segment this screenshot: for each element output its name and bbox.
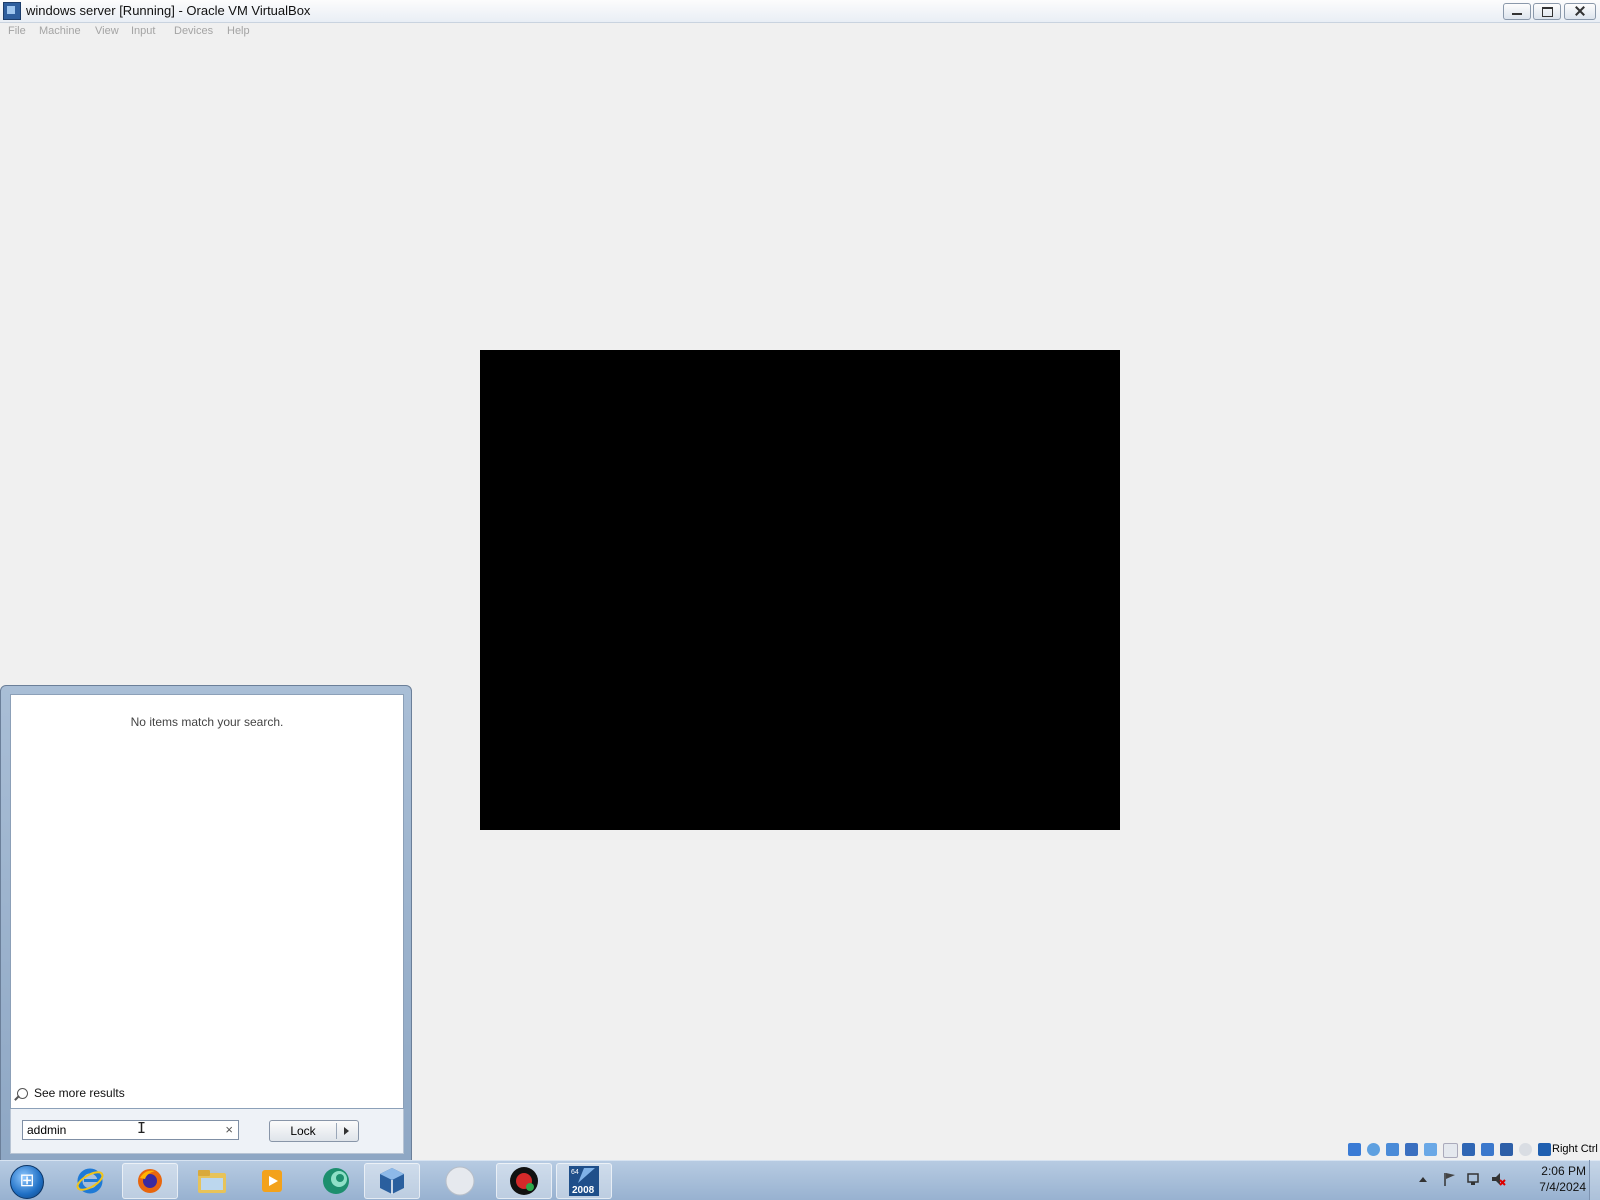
see-more-results-link[interactable]: See more results [17, 1086, 125, 1100]
recording-icon[interactable] [1481, 1143, 1494, 1156]
menu-view[interactable]: View [95, 25, 119, 37]
keyboard-capture-icon[interactable] [1538, 1143, 1551, 1156]
taskbar-clock[interactable]: 2:06 PM 7/4/2024 [1506, 1164, 1586, 1196]
network-icon[interactable] [1405, 1143, 1418, 1156]
search-results-pane: No items match your search. See more res… [10, 694, 404, 1109]
show-desktop-button[interactable] [1589, 1160, 1600, 1200]
start-search-box[interactable]: × [22, 1120, 239, 1140]
close-button[interactable] [1564, 3, 1596, 20]
virtualbox-icon [3, 2, 21, 20]
menu-bar: File Machine View Input Devices Help [0, 23, 1600, 41]
vt-x-icon[interactable] [1500, 1143, 1513, 1156]
window-title: windows server [Running] - Oracle VM Vir… [26, 3, 311, 18]
vm-status-bar: Right Ctrl [1340, 1141, 1600, 1159]
taskbar-internet-explorer[interactable] [62, 1163, 118, 1199]
taskbar: 64 2008 [0, 1160, 1600, 1200]
start-search-input[interactable] [23, 1121, 217, 1139]
usb-icon[interactable] [1424, 1143, 1437, 1156]
taskbar-file-explorer[interactable] [184, 1163, 240, 1199]
firefox-icon [138, 1169, 162, 1193]
clock-date: 7/4/2024 [1539, 1180, 1586, 1194]
start-menu-bottom-bar: × I Lock [10, 1109, 404, 1154]
window-title-bar: windows server [Running] - Oracle VM Vir… [0, 0, 1600, 23]
optical-drive-icon[interactable] [1367, 1143, 1380, 1156]
recorder-icon [510, 1167, 538, 1195]
audio-icon[interactable] [1386, 1143, 1399, 1156]
action-center-flag-icon[interactable] [1442, 1171, 1458, 1187]
volume-muted-icon[interactable] [1490, 1171, 1506, 1187]
taskbar-windows-server-2008[interactable]: 64 2008 [556, 1163, 612, 1199]
minimize-button[interactable] [1503, 3, 1531, 20]
windows-logo-icon [10, 1165, 44, 1199]
vm-display[interactable] [480, 350, 1120, 830]
no-results-message: No items match your search. [130, 715, 284, 729]
menu-input[interactable]: Input [131, 25, 155, 37]
file-explorer-icon [198, 1170, 226, 1193]
network-icon[interactable] [1466, 1171, 1482, 1187]
clear-search-icon[interactable]: × [225, 1122, 233, 1137]
menu-machine[interactable]: Machine [39, 25, 81, 37]
text-cursor-icon: I [137, 1119, 147, 1137]
taskbar-firefox[interactable] [122, 1163, 178, 1199]
shared-folders-icon[interactable] [1443, 1143, 1458, 1158]
server-badge: 2008 [572, 1185, 595, 1196]
taskbar-recorder[interactable] [496, 1163, 552, 1199]
shutdown-options-arrow-icon[interactable] [344, 1127, 349, 1135]
start-button[interactable] [6, 1163, 46, 1199]
lock-button[interactable]: Lock [269, 1120, 359, 1142]
windows-server-2008-icon: 64 2008 [569, 1166, 599, 1196]
hard-disk-icon[interactable] [1348, 1143, 1361, 1156]
menu-file[interactable]: File [8, 25, 26, 37]
virtualbox-icon [380, 1168, 404, 1194]
see-more-results-label: See more results [34, 1086, 125, 1100]
menu-help[interactable]: Help [227, 25, 250, 37]
search-icon [17, 1087, 28, 1099]
show-hidden-icons-icon[interactable] [1418, 1175, 1428, 1183]
lock-label: Lock [290, 1124, 316, 1138]
mouse-integration-icon[interactable] [1519, 1143, 1532, 1156]
start-menu: No items match your search. See more res… [0, 685, 412, 1162]
blank-app-icon [445, 1166, 475, 1196]
clock-time: 2:06 PM [1541, 1164, 1586, 1178]
taskbar-app[interactable] [308, 1163, 364, 1199]
server-badge-small: 64 [571, 1169, 579, 1176]
restore-button[interactable] [1533, 3, 1561, 20]
menu-devices[interactable]: Devices [174, 25, 213, 37]
taskbar-media-player[interactable] [244, 1163, 300, 1199]
taskbar-virtualbox[interactable] [364, 1163, 420, 1199]
internet-explorer-icon [76, 1168, 104, 1194]
lock-divider [336, 1123, 337, 1139]
host-key-label: Right Ctrl [1552, 1143, 1598, 1155]
display-icon[interactable] [1462, 1143, 1475, 1156]
taskbar-blank-app[interactable] [432, 1163, 488, 1199]
app-icon [323, 1168, 349, 1194]
media-player-icon [262, 1170, 282, 1192]
